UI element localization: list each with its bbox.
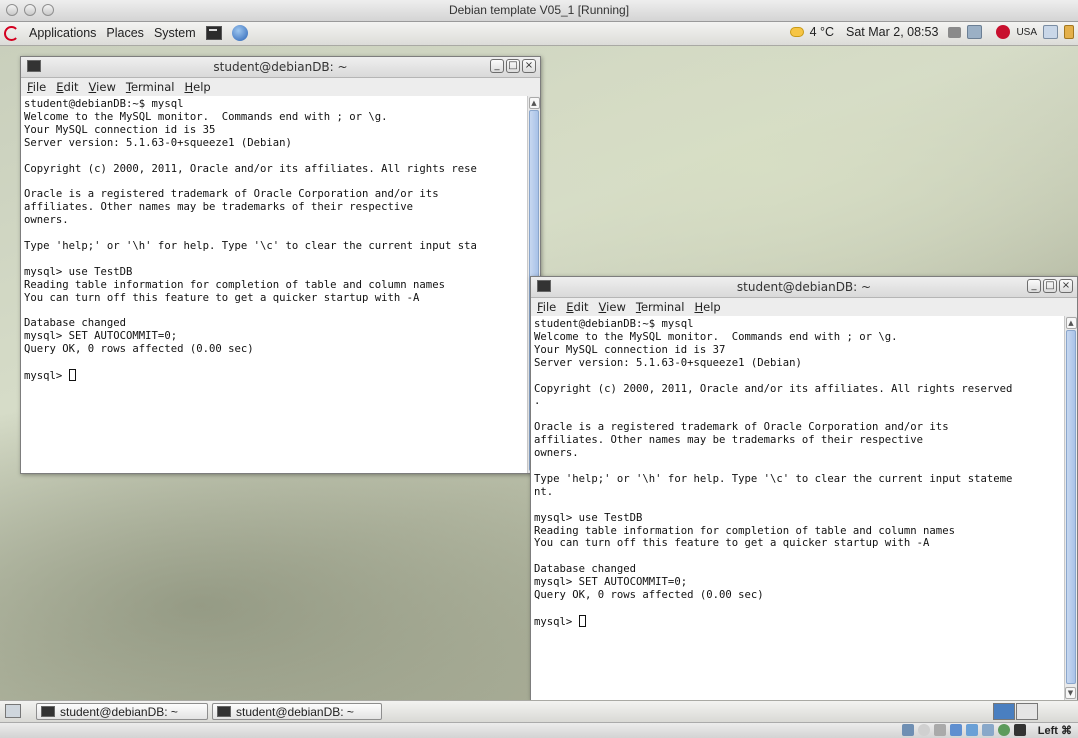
menu-edit[interactable]: Edit xyxy=(566,300,588,314)
clock[interactable]: Sat Mar 2, 08:53 xyxy=(846,25,938,39)
show-desktop-icon[interactable] xyxy=(5,704,21,718)
keyboard-layout-indicator[interactable]: USA xyxy=(1016,27,1037,38)
weather-icon[interactable] xyxy=(789,27,804,37)
terminal-2-menubar: File Edit View Terminal Help xyxy=(531,298,1077,316)
menu-terminal[interactable]: Terminal xyxy=(126,80,175,94)
terminal-2-content[interactable]: student@debianDB:~$ mysql Welcome to the… xyxy=(531,316,1077,700)
menu-file[interactable]: File xyxy=(27,80,46,94)
host-window-titlebar: Debian template V05_1 [Running] xyxy=(0,0,1078,22)
workspace-switcher[interactable] xyxy=(993,703,1038,720)
text-cursor xyxy=(68,369,76,382)
hard-disk-icon[interactable] xyxy=(902,724,914,736)
places-menu[interactable]: Places xyxy=(106,26,144,40)
menu-help[interactable]: Help xyxy=(184,80,210,94)
taskbar-item-label: student@debianDB: ~ xyxy=(60,704,178,719)
weather-temperature[interactable]: 4 °C xyxy=(810,25,834,39)
shared-folder-icon[interactable] xyxy=(982,724,994,736)
terminal-2-scrollbar[interactable]: ▲ ▼ xyxy=(1064,316,1077,700)
taskbar-item-label: student@debianDB: ~ xyxy=(236,704,354,719)
taskbar-item-terminal-2[interactable]: student@debianDB: ~ xyxy=(212,703,382,720)
terminal-2-title: student@debianDB: ~ xyxy=(736,280,872,294)
terminal-1-titlebar[interactable]: student@debianDB: ~ _ □ × xyxy=(21,57,540,78)
text-cursor xyxy=(578,614,586,627)
applications-menu[interactable]: Applications xyxy=(29,26,96,40)
volume-icon[interactable] xyxy=(948,26,962,38)
update-notifier-icon[interactable] xyxy=(996,25,1011,39)
close-button[interactable]: × xyxy=(522,59,536,73)
capture-icon[interactable] xyxy=(998,724,1010,736)
search-icon[interactable] xyxy=(1043,25,1058,39)
terminal-2-titlebar[interactable]: student@debianDB: ~ _ □ × xyxy=(531,277,1077,298)
host-window-title: Debian template V05_1 [Running] xyxy=(448,3,630,17)
terminal-1-menubar: File Edit View Terminal Help xyxy=(21,78,540,96)
mouse-integration-icon[interactable] xyxy=(1014,724,1026,736)
network-icon[interactable] xyxy=(967,25,983,39)
scroll-up-arrow-icon[interactable]: ▲ xyxy=(1065,317,1077,329)
terminal-window-1[interactable]: student@debianDB: ~ _ □ × File Edit View… xyxy=(20,56,541,474)
taskbar-item-terminal-1[interactable]: student@debianDB: ~ xyxy=(36,703,208,720)
debian-logo-icon[interactable] xyxy=(4,25,19,41)
menu-view[interactable]: View xyxy=(599,300,626,314)
workspace-1[interactable] xyxy=(993,703,1015,720)
terminal-window-2[interactable]: student@debianDB: ~ _ □ × File Edit View… xyxy=(530,276,1078,700)
workspace-2[interactable] xyxy=(1016,703,1038,720)
scroll-down-arrow-icon[interactable]: ▼ xyxy=(1065,687,1076,699)
menu-file[interactable]: File xyxy=(537,300,556,314)
top-panel: Applications Places System 4 °C Sat Mar … xyxy=(0,22,1078,46)
terminal-icon xyxy=(217,706,231,717)
terminal-1-output[interactable]: student@debianDB:~$ mysql Welcome to the… xyxy=(21,96,540,383)
maximize-button[interactable]: □ xyxy=(1043,279,1057,293)
optical-drive-icon[interactable] xyxy=(918,724,930,736)
minimize-button[interactable]: _ xyxy=(1027,279,1041,293)
menu-view[interactable]: View xyxy=(89,80,116,94)
maximize-button[interactable]: □ xyxy=(506,59,520,73)
menu-edit[interactable]: Edit xyxy=(56,80,78,94)
menu-terminal[interactable]: Terminal xyxy=(636,300,685,314)
close-button[interactable]: × xyxy=(1059,279,1073,293)
host-key-label: Left ⌘ xyxy=(1037,725,1072,737)
pencil-icon[interactable] xyxy=(934,724,946,736)
terminal-1-content[interactable]: student@debianDB:~$ mysql Welcome to the… xyxy=(21,96,540,473)
virtualbox-status-bar: Left ⌘ xyxy=(0,722,1078,738)
terminal-1-title: student@debianDB: ~ xyxy=(213,60,348,74)
logout-icon[interactable] xyxy=(1064,25,1074,39)
scrollbar-thumb[interactable] xyxy=(1066,330,1076,684)
terminal-icon xyxy=(41,706,55,717)
system-menu[interactable]: System xyxy=(154,26,196,40)
terminal-2-output[interactable]: student@debianDB:~$ mysql Welcome to the… xyxy=(531,316,1077,629)
bottom-panel: student@debianDB: ~ student@debianDB: ~ xyxy=(0,700,1078,722)
scroll-up-arrow-icon[interactable]: ▲ xyxy=(528,97,540,109)
minimize-button[interactable]: _ xyxy=(490,59,504,73)
menu-help[interactable]: Help xyxy=(694,300,720,314)
terminal-launcher-icon[interactable] xyxy=(205,26,222,40)
web-browser-launcher-icon[interactable] xyxy=(231,25,248,41)
network-adapter-icon[interactable] xyxy=(950,724,962,736)
usb-icon[interactable] xyxy=(966,724,978,736)
